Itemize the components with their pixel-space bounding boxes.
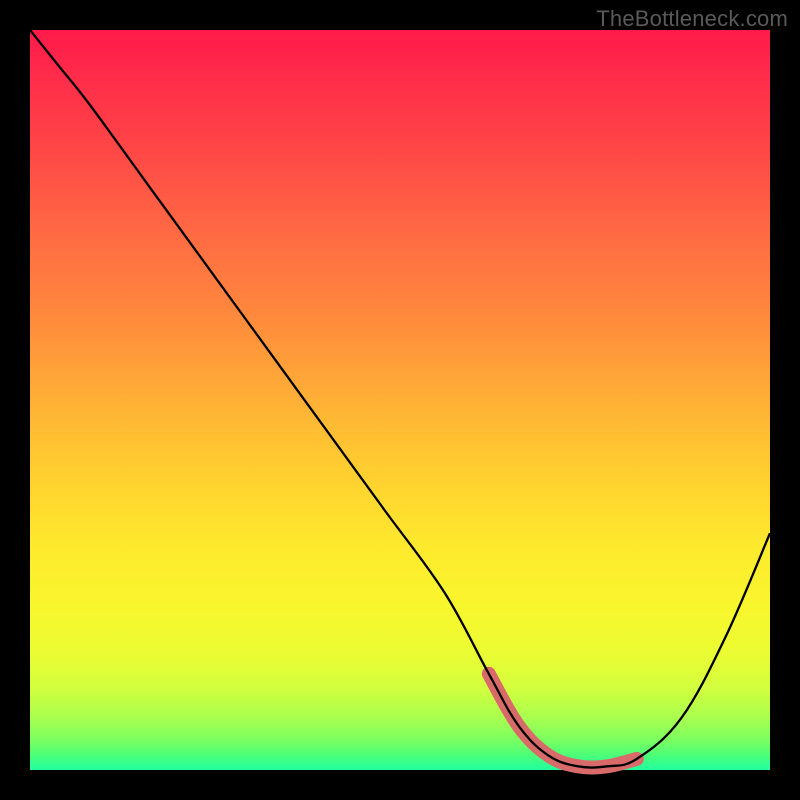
watermark-text: TheBottleneck.com [596,6,788,32]
highlight-segment [489,674,637,768]
bottleneck-curve-svg [30,30,770,770]
main-curve [30,30,770,768]
chart-plot-area [30,30,770,770]
